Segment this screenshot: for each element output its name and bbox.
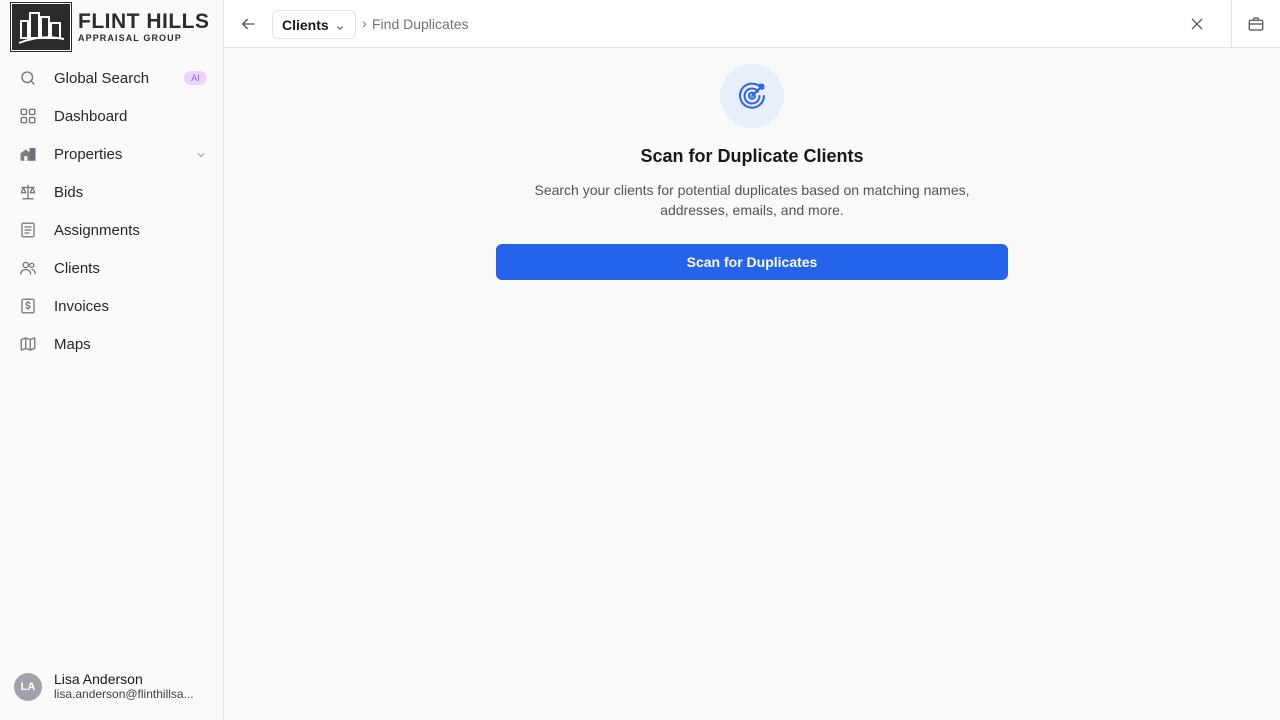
brand-subtitle: APPRAISAL GROUP (78, 33, 182, 43)
top-header: Clients › Find Duplicates (224, 0, 1280, 48)
scan-for-duplicates-button[interactable]: Scan for Duplicates (496, 244, 1008, 280)
main-content: Scan for Duplicate Clients Search your c… (224, 48, 1280, 720)
user-name: Lisa Anderson (54, 671, 143, 687)
sidebar-item-label: Properties (54, 145, 123, 163)
company-logo[interactable]: FLINT HILLS APPRAISAL GROUP (10, 2, 210, 52)
invoice-dollar-icon (18, 296, 38, 316)
sidebar-item-label: Global Search (54, 69, 150, 87)
radar-icon (720, 64, 784, 128)
sidebar-item-label: Maps (54, 335, 91, 353)
chevron-down-icon (335, 20, 345, 30)
header-divider (1231, 0, 1232, 48)
scale-icon (18, 182, 38, 202)
scan-description: Search your clients for potential duplic… (534, 182, 970, 218)
brand-name: FLINT HILLS (78, 10, 210, 33)
sidebar-item-maps[interactable]: Maps (0, 325, 224, 363)
sidebar-item-label: Dashboard (54, 107, 128, 125)
sidebar-item-label: Invoices (54, 297, 110, 315)
dashboard-grid-icon (18, 106, 38, 126)
map-icon (18, 334, 38, 354)
users-icon (18, 258, 38, 278)
breadcrumb-clients-dropdown[interactable]: Clients (272, 10, 356, 39)
sidebar-item-bids[interactable]: Bids (0, 173, 224, 211)
sidebar-item-label: Clients (54, 259, 100, 277)
sidebar: FLINT HILLS APPRAISAL GROUP Global Searc… (0, 0, 224, 720)
user-email: lisa.anderson@flinthillsa... (54, 687, 194, 701)
sidebar-item-properties[interactable]: Properties (0, 135, 224, 173)
sidebar-item-label: Assignments (54, 221, 140, 239)
avatar: LA (14, 672, 42, 701)
sidebar-item-label: Bids (54, 183, 84, 201)
breadcrumb-root: Clients (282, 16, 329, 33)
sidebar-item-clients[interactable]: Clients (0, 249, 224, 287)
sidebar-item-invoices[interactable]: Invoices (0, 287, 224, 325)
properties-building-icon (18, 144, 38, 164)
scan-title: Scan for Duplicate Clients (640, 146, 864, 166)
logo-buildings-icon (10, 2, 72, 52)
sidebar-item-global-search[interactable]: Global Search AI (0, 59, 224, 97)
breadcrumb-current: Find Duplicates (372, 16, 469, 32)
clipboard-list-icon (18, 220, 38, 240)
sidebar-nav: Global Search AI Dashboard Properties Bi… (0, 59, 224, 363)
briefcase-icon[interactable] (1246, 14, 1266, 34)
ai-badge: AI (184, 71, 207, 85)
user-profile[interactable]: LA Lisa Anderson lisa.anderson@flinthill… (14, 671, 208, 702)
close-icon[interactable] (1187, 14, 1207, 34)
back-arrow-icon[interactable] (238, 14, 258, 34)
breadcrumb-separator: › (362, 15, 367, 31)
sidebar-item-assignments[interactable]: Assignments (0, 211, 224, 249)
sidebar-item-dashboard[interactable]: Dashboard (0, 97, 224, 135)
search-icon (18, 68, 38, 88)
chevron-down-icon[interactable] (195, 148, 207, 160)
